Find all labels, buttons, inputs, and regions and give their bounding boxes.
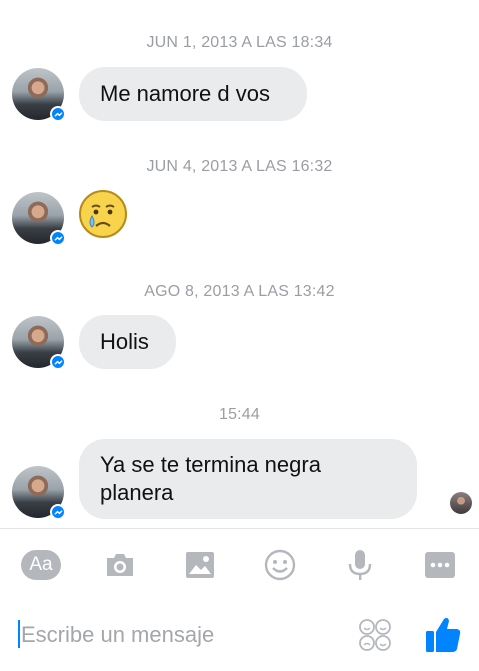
text-format-label: Aa [21,550,61,580]
message-bubble[interactable]: Me namore d vos [79,67,307,121]
contact-avatar[interactable] [12,316,66,370]
more-icon[interactable] [420,548,460,582]
message-composer [0,610,479,666]
messenger-badge-icon [50,504,66,520]
message-text-line: planera [100,480,174,505]
composer-toolbar: Aa [0,540,479,590]
message-text: Me namore d vos [100,81,270,106]
like-icon[interactable] [424,614,462,654]
crying-face-icon[interactable] [78,189,128,239]
camera-icon[interactable] [100,548,140,582]
message-bubble[interactable]: Ya se te termina negra planera [79,439,417,519]
contact-avatar[interactable] [12,68,66,122]
messenger-badge-icon [50,230,66,246]
message-text-line: Ya se te termina negra [100,452,321,477]
message-timestamp: JUN 4, 2013 A LAS 16:32 [146,158,333,175]
message-input[interactable] [21,618,341,652]
contact-avatar[interactable] [12,192,66,246]
composer-divider [0,528,479,529]
text-format-button[interactable]: Aa [21,548,61,582]
emoji-icon[interactable] [260,548,300,582]
contact-avatar[interactable] [12,466,66,520]
stickers-icon[interactable] [358,618,392,652]
message-timestamp: JUN 1, 2013 A LAS 18:34 [146,34,333,51]
message-text: Holis [100,329,149,354]
seen-indicator-avatar [450,492,472,514]
messenger-badge-icon [50,106,66,122]
image-icon[interactable] [180,548,220,582]
text-cursor [18,620,20,648]
messenger-badge-icon [50,354,66,370]
conversation-thread: JUN 1, 2013 A LAS 18:34 Me namore d vos … [0,0,479,528]
message-timestamp: AGO 8, 2013 A LAS 13:42 [144,283,335,300]
message-bubble[interactable]: Holis [79,315,176,369]
microphone-icon[interactable] [340,548,380,582]
message-timestamp: 15:44 [218,406,261,423]
